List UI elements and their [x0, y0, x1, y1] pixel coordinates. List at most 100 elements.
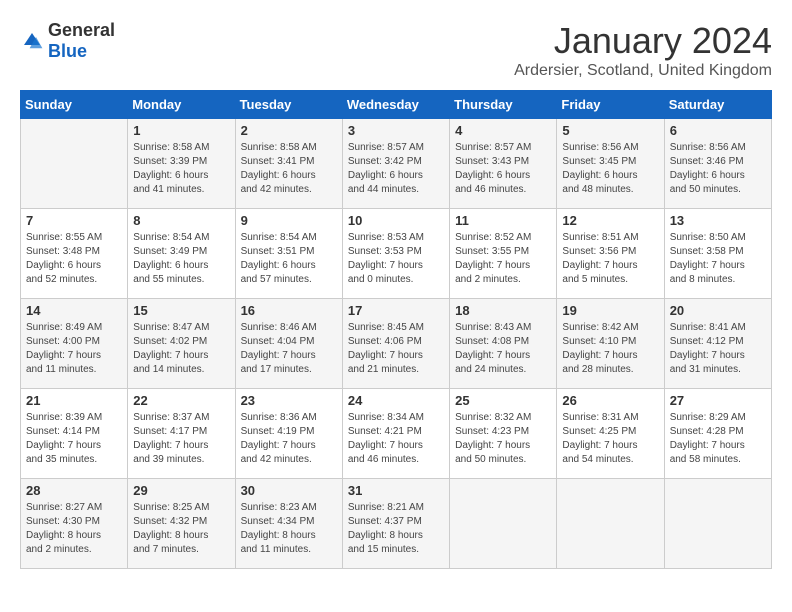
day-number: 15 [133, 303, 229, 318]
calendar-cell: 7 Sunrise: 8:55 AM Sunset: 3:48 PM Daylig… [21, 209, 128, 299]
calendar-week-5: 28Sunrise: 8:27 AM Sunset: 4:30 PM Dayli… [21, 479, 772, 569]
day-number: 7 [26, 213, 122, 228]
calendar-cell [21, 119, 128, 209]
day-content: Sunrise: 8:58 AM Sunset: 3:41 PM Dayligh… [241, 141, 337, 197]
calendar-cell: 13 Sunrise: 8:50 AM Sunset: 3:58 PM Dayli… [664, 209, 771, 299]
calendar-cell: 17 Sunrise: 8:45 AM Sunset: 4:06 PM Dayli… [342, 299, 449, 389]
day-content: Sunrise: 8:55 AM Sunset: 3:48 PM Dayligh… [26, 231, 122, 287]
day-content: Sunrise: 8:57 AM Sunset: 3:42 PM Dayligh… [348, 141, 444, 197]
col-sunday: Sunday [21, 91, 128, 119]
day-content: Sunrise: 8:49 AM Sunset: 4:00 PM Dayligh… [26, 321, 122, 377]
calendar-cell: 15 Sunrise: 8:47 AM Sunset: 4:02 PM Dayli… [128, 299, 235, 389]
day-content: Sunrise: 8:51 AM Sunset: 3:56 PM Dayligh… [562, 231, 658, 287]
day-content: Sunrise: 8:50 AM Sunset: 3:58 PM Dayligh… [670, 231, 766, 287]
day-content: Sunrise: 8:56 AM Sunset: 3:45 PM Dayligh… [562, 141, 658, 197]
day-number: 16 [241, 303, 337, 318]
calendar-cell: 3Sunrise: 8:57 AM Sunset: 3:42 PM Daylig… [342, 119, 449, 209]
logo-blue-text: Blue [48, 41, 87, 61]
calendar-cell [557, 479, 664, 569]
day-content: Sunrise: 8:52 AM Sunset: 3:55 PM Dayligh… [455, 231, 551, 287]
day-number: 28 [26, 483, 122, 498]
day-content: Sunrise: 8:37 AM Sunset: 4:17 PM Dayligh… [133, 411, 229, 467]
day-number: 20 [670, 303, 766, 318]
location-title: Ardersier, Scotland, United Kingdom [514, 62, 772, 80]
col-tuesday: Tuesday [235, 91, 342, 119]
day-number: 18 [455, 303, 551, 318]
day-number: 22 [133, 393, 229, 408]
month-title: January 2024 [514, 20, 772, 62]
day-number: 31 [348, 483, 444, 498]
day-content: Sunrise: 8:21 AM Sunset: 4:37 PM Dayligh… [348, 501, 444, 557]
day-content: Sunrise: 8:47 AM Sunset: 4:02 PM Dayligh… [133, 321, 229, 377]
calendar-cell: 20 Sunrise: 8:41 AM Sunset: 4:12 PM Dayli… [664, 299, 771, 389]
calendar-cell: 18 Sunrise: 8:43 AM Sunset: 4:08 PM Dayli… [450, 299, 557, 389]
col-thursday: Thursday [450, 91, 557, 119]
calendar-cell: 1 Sunrise: 8:58 AM Sunset: 3:39 PM Daylig… [128, 119, 235, 209]
page-header: General Blue January 2024 Ardersier, Sco… [20, 20, 772, 80]
day-number: 12 [562, 213, 658, 228]
day-content: Sunrise: 8:31 AM Sunset: 4:25 PM Dayligh… [562, 411, 658, 467]
day-content: Sunrise: 8:25 AM Sunset: 4:32 PM Dayligh… [133, 501, 229, 557]
calendar-cell: 21Sunrise: 8:39 AM Sunset: 4:14 PM Dayli… [21, 389, 128, 479]
calendar-cell: 27 Sunrise: 8:29 AM Sunset: 4:28 PM Dayli… [664, 389, 771, 479]
calendar-cell: 8 Sunrise: 8:54 AM Sunset: 3:49 PM Daylig… [128, 209, 235, 299]
calendar-cell: 10Sunrise: 8:53 AM Sunset: 3:53 PM Dayli… [342, 209, 449, 299]
calendar-cell: 5 Sunrise: 8:56 AM Sunset: 3:45 PM Daylig… [557, 119, 664, 209]
calendar-cell: 28Sunrise: 8:27 AM Sunset: 4:30 PM Dayli… [21, 479, 128, 569]
day-content: Sunrise: 8:46 AM Sunset: 4:04 PM Dayligh… [241, 321, 337, 377]
calendar-cell: 2 Sunrise: 8:58 AM Sunset: 3:41 PM Daylig… [235, 119, 342, 209]
day-content: Sunrise: 8:34 AM Sunset: 4:21 PM Dayligh… [348, 411, 444, 467]
calendar-cell: 19Sunrise: 8:42 AM Sunset: 4:10 PM Dayli… [557, 299, 664, 389]
day-content: Sunrise: 8:58 AM Sunset: 3:39 PM Dayligh… [133, 141, 229, 197]
day-number: 4 [455, 123, 551, 138]
calendar-week-2: 7 Sunrise: 8:55 AM Sunset: 3:48 PM Daylig… [21, 209, 772, 299]
day-number: 17 [348, 303, 444, 318]
day-number: 26 [562, 393, 658, 408]
day-content: Sunrise: 8:36 AM Sunset: 4:19 PM Dayligh… [241, 411, 337, 467]
calendar-cell: 23Sunrise: 8:36 AM Sunset: 4:19 PM Dayli… [235, 389, 342, 479]
calendar-body: 1 Sunrise: 8:58 AM Sunset: 3:39 PM Daylig… [21, 119, 772, 569]
day-number: 19 [562, 303, 658, 318]
calendar-cell: 24Sunrise: 8:34 AM Sunset: 4:21 PM Dayli… [342, 389, 449, 479]
day-number: 30 [241, 483, 337, 498]
day-number: 11 [455, 213, 551, 228]
day-number: 8 [133, 213, 229, 228]
col-wednesday: Wednesday [342, 91, 449, 119]
day-content: Sunrise: 8:54 AM Sunset: 3:49 PM Dayligh… [133, 231, 229, 287]
calendar-cell: 31 Sunrise: 8:21 AM Sunset: 4:37 PM Dayli… [342, 479, 449, 569]
day-number: 6 [670, 123, 766, 138]
logo-icon [20, 29, 44, 53]
calendar-cell: 22 Sunrise: 8:37 AM Sunset: 4:17 PM Dayli… [128, 389, 235, 479]
day-content: Sunrise: 8:57 AM Sunset: 3:43 PM Dayligh… [455, 141, 551, 197]
day-number: 14 [26, 303, 122, 318]
day-content: Sunrise: 8:45 AM Sunset: 4:06 PM Dayligh… [348, 321, 444, 377]
day-content: Sunrise: 8:23 AM Sunset: 4:34 PM Dayligh… [241, 501, 337, 557]
day-number: 27 [670, 393, 766, 408]
day-number: 10 [348, 213, 444, 228]
header-row: Sunday Monday Tuesday Wednesday Thursday… [21, 91, 772, 119]
col-saturday: Saturday [664, 91, 771, 119]
calendar-week-3: 14 Sunrise: 8:49 AM Sunset: 4:00 PM Dayli… [21, 299, 772, 389]
calendar-cell [450, 479, 557, 569]
day-number: 9 [241, 213, 337, 228]
day-content: Sunrise: 8:43 AM Sunset: 4:08 PM Dayligh… [455, 321, 551, 377]
calendar-header: Sunday Monday Tuesday Wednesday Thursday… [21, 91, 772, 119]
calendar-cell: 25Sunrise: 8:32 AM Sunset: 4:23 PM Dayli… [450, 389, 557, 479]
title-section: January 2024 Ardersier, Scotland, United… [514, 20, 772, 80]
day-number: 2 [241, 123, 337, 138]
calendar-cell: 12 Sunrise: 8:51 AM Sunset: 3:56 PM Dayli… [557, 209, 664, 299]
calendar-cell: 29 Sunrise: 8:25 AM Sunset: 4:32 PM Dayli… [128, 479, 235, 569]
calendar-cell: 16 Sunrise: 8:46 AM Sunset: 4:04 PM Dayli… [235, 299, 342, 389]
calendar-cell: 4 Sunrise: 8:57 AM Sunset: 3:43 PM Daylig… [450, 119, 557, 209]
day-content: Sunrise: 8:29 AM Sunset: 4:28 PM Dayligh… [670, 411, 766, 467]
calendar-week-1: 1 Sunrise: 8:58 AM Sunset: 3:39 PM Daylig… [21, 119, 772, 209]
calendar-cell: 11 Sunrise: 8:52 AM Sunset: 3:55 PM Dayli… [450, 209, 557, 299]
day-number: 5 [562, 123, 658, 138]
calendar-cell: 30 Sunrise: 8:23 AM Sunset: 4:34 PM Dayli… [235, 479, 342, 569]
day-content: Sunrise: 8:41 AM Sunset: 4:12 PM Dayligh… [670, 321, 766, 377]
day-number: 1 [133, 123, 229, 138]
day-number: 13 [670, 213, 766, 228]
calendar-week-4: 21Sunrise: 8:39 AM Sunset: 4:14 PM Dayli… [21, 389, 772, 479]
calendar-cell: 9Sunrise: 8:54 AM Sunset: 3:51 PM Daylig… [235, 209, 342, 299]
day-number: 29 [133, 483, 229, 498]
